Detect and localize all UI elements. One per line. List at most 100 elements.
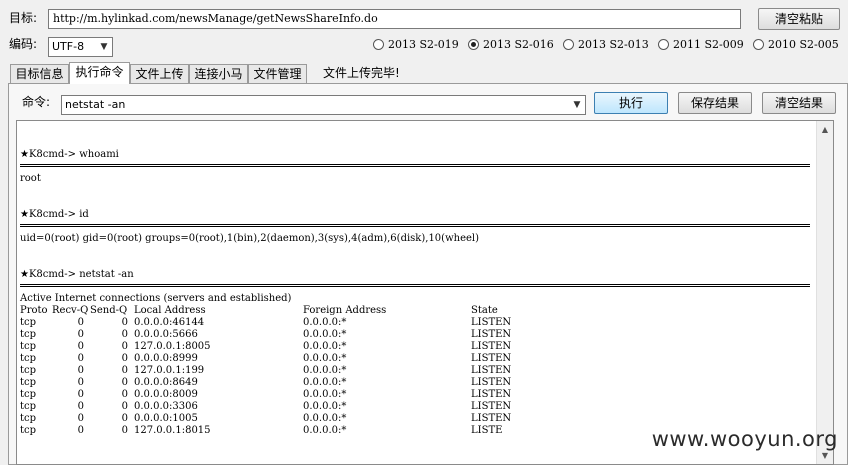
netstat-cell: tcp: [20, 377, 37, 388]
netstat-cell: 0.0.0.0:5666: [134, 329, 198, 340]
encoding-select[interactable]: UTF-8 ▼: [48, 37, 113, 57]
command-value: netstat -an: [65, 98, 126, 111]
exploit-label: 2013 S2-016: [483, 38, 554, 51]
exploit-radio-s2-013[interactable]: 2013 S2-013: [563, 38, 649, 51]
header-cell: Local Address: [134, 305, 206, 316]
console-output-line: root: [20, 173, 41, 184]
console-output[interactable]: ★K8cmd-> whoami root ★K8cmd-> id uid=0(r…: [16, 120, 834, 465]
netstat-cell: LISTEN: [471, 413, 512, 424]
tab-file-manager[interactable]: 文件管理: [248, 64, 307, 83]
netstat-cell: tcp: [20, 341, 37, 352]
netstat-cell: 0.0.0.0:*: [303, 353, 347, 364]
console-prompt: ★K8cmd-> whoami: [20, 149, 119, 160]
netstat-cell: tcp: [20, 389, 37, 400]
netstat-cell: LISTEN: [471, 353, 512, 364]
netstat-row: tcp 0 0 0.0.0.0:8649 0.0.0.0:* LISTEN: [20, 377, 511, 389]
exploit-radio-s2-019[interactable]: 2013 S2-019: [373, 38, 459, 51]
header-cell: Foreign Address: [303, 305, 387, 316]
tab-file-upload[interactable]: 文件上传: [130, 64, 189, 83]
netstat-cell: 0: [77, 365, 84, 376]
netstat-row: tcp 0 0 0.0.0.0:46144 0.0.0.0:* LISTEN: [20, 317, 511, 329]
watermark: www.wooyun.org: [651, 427, 838, 451]
exploit-radio-s2-009[interactable]: 2011 S2-009: [658, 38, 744, 51]
netstat-cell: 127.0.0.1:8005: [134, 341, 211, 352]
separator: [20, 284, 810, 287]
header-cell: Proto: [20, 305, 48, 316]
netstat-cell: 0: [121, 341, 128, 352]
netstat-cell: 0: [121, 425, 128, 436]
execute-button[interactable]: 执行: [594, 92, 668, 114]
radio-selected-icon: [468, 39, 479, 50]
chevron-down-icon: ▼: [100, 42, 108, 52]
netstat-cell: 0.0.0.0:*: [303, 425, 347, 436]
clear-results-button[interactable]: 清空结果: [762, 92, 836, 114]
exploit-label: 2013 S2-013: [578, 38, 649, 51]
netstat-cell: LISTEN: [471, 401, 512, 412]
radio-icon: [658, 39, 669, 50]
tab-execute-command[interactable]: 执行命令: [69, 62, 130, 84]
netstat-cell: 0.0.0.0:*: [303, 413, 347, 424]
netstat-row: tcp 0 0 0.0.0.0:8999 0.0.0.0:* LISTEN: [20, 353, 511, 365]
netstat-cell: 0.0.0.0:*: [303, 317, 347, 328]
netstat-cell: 0.0.0.0:8999: [134, 353, 198, 364]
netstat-cell: LISTEN: [471, 389, 512, 400]
netstat-cell: 127.0.0.1:8015: [134, 425, 211, 436]
netstat-cell: 0: [121, 377, 128, 388]
console-output-line: uid=0(root) gid=0(root) groups=0(root),1…: [20, 233, 479, 244]
console-output-line: Active Internet connections (servers and…: [20, 293, 292, 304]
header-cell: Recv-Q: [52, 305, 89, 316]
netstat-cell: 0: [121, 317, 128, 328]
tab-target-info[interactable]: 目标信息: [10, 64, 69, 83]
scroll-up-icon[interactable]: ▲: [817, 121, 833, 138]
console-block: ★K8cmd-> netstat -an Active Internet con…: [20, 268, 810, 437]
netstat-cell: 0: [77, 389, 84, 400]
netstat-cell: 0: [121, 401, 128, 412]
separator: [20, 164, 810, 167]
exploit-radio-s2-016[interactable]: 2013 S2-016: [468, 38, 554, 51]
netstat-cell: 0: [77, 317, 84, 328]
clear-paste-button[interactable]: 清空粘贴: [758, 8, 840, 30]
netstat-cell: 0: [77, 353, 84, 364]
netstat-cell: LISTEN: [471, 341, 512, 352]
netstat-cell: 0.0.0.0:8009: [134, 389, 198, 400]
target-url-input[interactable]: http://m.hylinkad.com/newsManage/getNews…: [48, 9, 741, 29]
netstat-cell: 0: [77, 401, 84, 412]
netstat-cell: 0: [77, 341, 84, 352]
netstat-cell: 0.0.0.0:*: [303, 329, 347, 340]
netstat-cell: 0: [121, 389, 128, 400]
chevron-down-icon: ▼: [573, 100, 581, 110]
console-prompt: ★K8cmd-> netstat -an: [20, 269, 134, 280]
vertical-scrollbar[interactable]: ▲ ▼: [816, 121, 833, 464]
netstat-cell: 0: [121, 365, 128, 376]
netstat-row: tcp 0 0 0.0.0.0:1005 0.0.0.0:* LISTEN: [20, 413, 511, 425]
netstat-cell: 127.0.0.1:199: [134, 365, 205, 376]
radio-icon: [563, 39, 574, 50]
netstat-cell: LISTEN: [471, 329, 512, 340]
netstat-header-row: Proto Recv-Q Send-Q Local Address Foreig…: [20, 305, 511, 317]
netstat-cell: tcp: [20, 413, 37, 424]
netstat-table: Proto Recv-Q Send-Q Local Address Foreig…: [20, 305, 511, 437]
netstat-row: tcp 0 0 127.0.0.1:8015 0.0.0.0:* LISTE: [20, 425, 511, 437]
netstat-cell: tcp: [20, 425, 37, 436]
netstat-cell: 0.0.0.0:8649: [134, 377, 198, 388]
command-input[interactable]: netstat -an ▼: [61, 95, 586, 115]
netstat-cell: 0: [77, 329, 84, 340]
exploit-radio-s2-005[interactable]: 2010 S2-005: [753, 38, 839, 51]
netstat-cell: 0: [121, 353, 128, 364]
tab-connect-shell[interactable]: 连接小马: [189, 64, 248, 83]
netstat-cell: 0: [121, 413, 128, 424]
netstat-row: tcp 0 0 127.0.0.1:8005 0.0.0.0:* LISTEN: [20, 341, 511, 353]
header-cell: State: [471, 305, 498, 316]
netstat-cell: LISTEN: [471, 377, 512, 388]
encoding-value: UTF-8: [52, 40, 85, 53]
netstat-row: tcp 0 0 0.0.0.0:8009 0.0.0.0:* LISTEN: [20, 389, 511, 401]
netstat-cell: 0.0.0.0:*: [303, 377, 347, 388]
netstat-cell: LISTE: [471, 425, 503, 436]
save-results-button[interactable]: 保存结果: [678, 92, 752, 114]
header-cell: Send-Q: [90, 305, 128, 316]
exploit-label: 2010 S2-005: [768, 38, 839, 51]
status-text: 文件上传完毕!: [323, 66, 400, 80]
radio-icon: [373, 39, 384, 50]
netstat-cell: 0.0.0.0:*: [303, 341, 347, 352]
netstat-cell: 0.0.0.0:*: [303, 365, 347, 376]
